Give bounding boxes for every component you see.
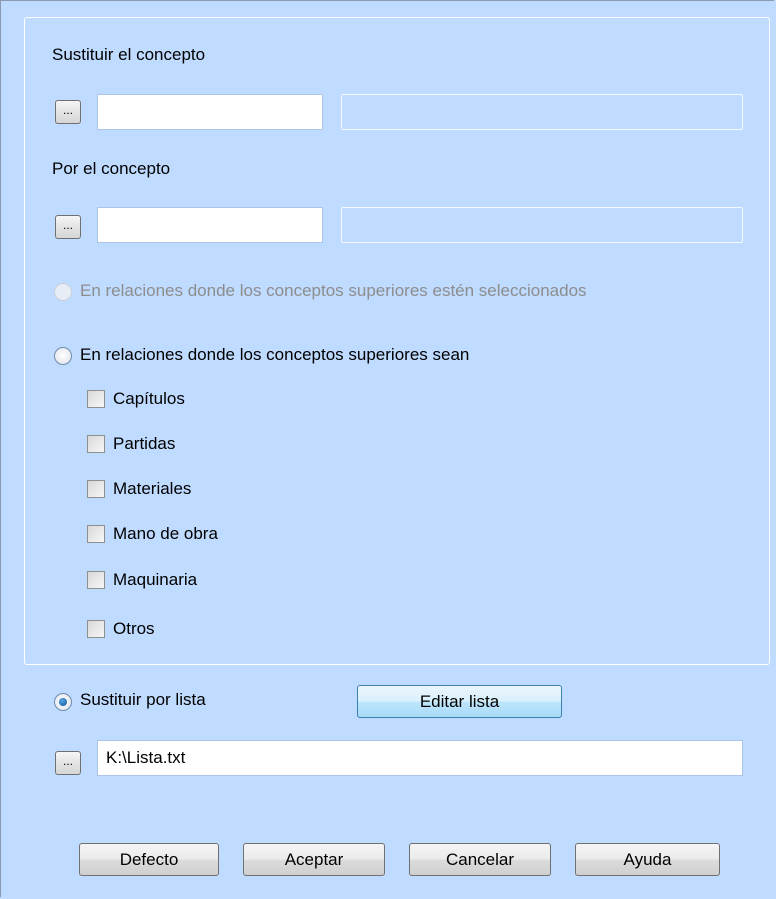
replace-by-list-radio[interactable] xyxy=(54,693,72,711)
cancel-button[interactable]: Cancelar xyxy=(409,843,551,876)
checkbox-partidas[interactable] xyxy=(87,435,105,453)
checkbox-label-capitulos: Capítulos xyxy=(113,389,185,408)
selected-relations-label: En relaciones donde los conceptos superi… xyxy=(80,281,587,300)
selected-relations-radio xyxy=(54,283,72,301)
default-button[interactable]: Defecto xyxy=(79,843,219,876)
checkbox-label-otros: Otros xyxy=(113,619,155,638)
checkbox-mano-de-obra[interactable] xyxy=(87,525,105,543)
by-description-field xyxy=(341,207,743,243)
by-browse-button[interactable]: ... xyxy=(55,215,81,239)
checkbox-capitulos[interactable] xyxy=(87,390,105,408)
replace-concept-label: Sustituir el concepto xyxy=(52,45,206,64)
checkbox-otros[interactable] xyxy=(87,620,105,638)
replace-description-field xyxy=(341,94,743,130)
replace-browse-button[interactable]: ... xyxy=(55,100,81,124)
checkbox-materiales[interactable] xyxy=(87,480,105,498)
edit-list-button[interactable]: Editar lista xyxy=(357,685,562,718)
checkbox-label-partidas: Partidas xyxy=(113,434,176,453)
type-relations-radio[interactable] xyxy=(54,347,72,365)
type-relations-label: En relaciones donde los conceptos superi… xyxy=(80,345,470,364)
help-button[interactable]: Ayuda xyxy=(575,843,720,876)
list-path-field[interactable]: K:\Lista.txt xyxy=(97,740,743,776)
checkbox-label-materiales: Materiales xyxy=(113,479,192,498)
list-path-value: K:\Lista.txt xyxy=(106,748,186,767)
checkbox-label-mano-de-obra: Mano de obra xyxy=(113,524,218,543)
by-code-field[interactable] xyxy=(97,207,323,243)
replace-code-field[interactable] xyxy=(97,94,323,130)
checkbox-maquinaria[interactable] xyxy=(87,571,105,589)
accept-button[interactable]: Aceptar xyxy=(243,843,385,876)
replace-by-list-label: Sustituir por lista xyxy=(80,690,206,709)
checkbox-label-maquinaria: Maquinaria xyxy=(113,570,198,589)
list-browse-button[interactable]: ... xyxy=(55,751,81,775)
by-concept-label: Por el concepto xyxy=(52,159,171,178)
